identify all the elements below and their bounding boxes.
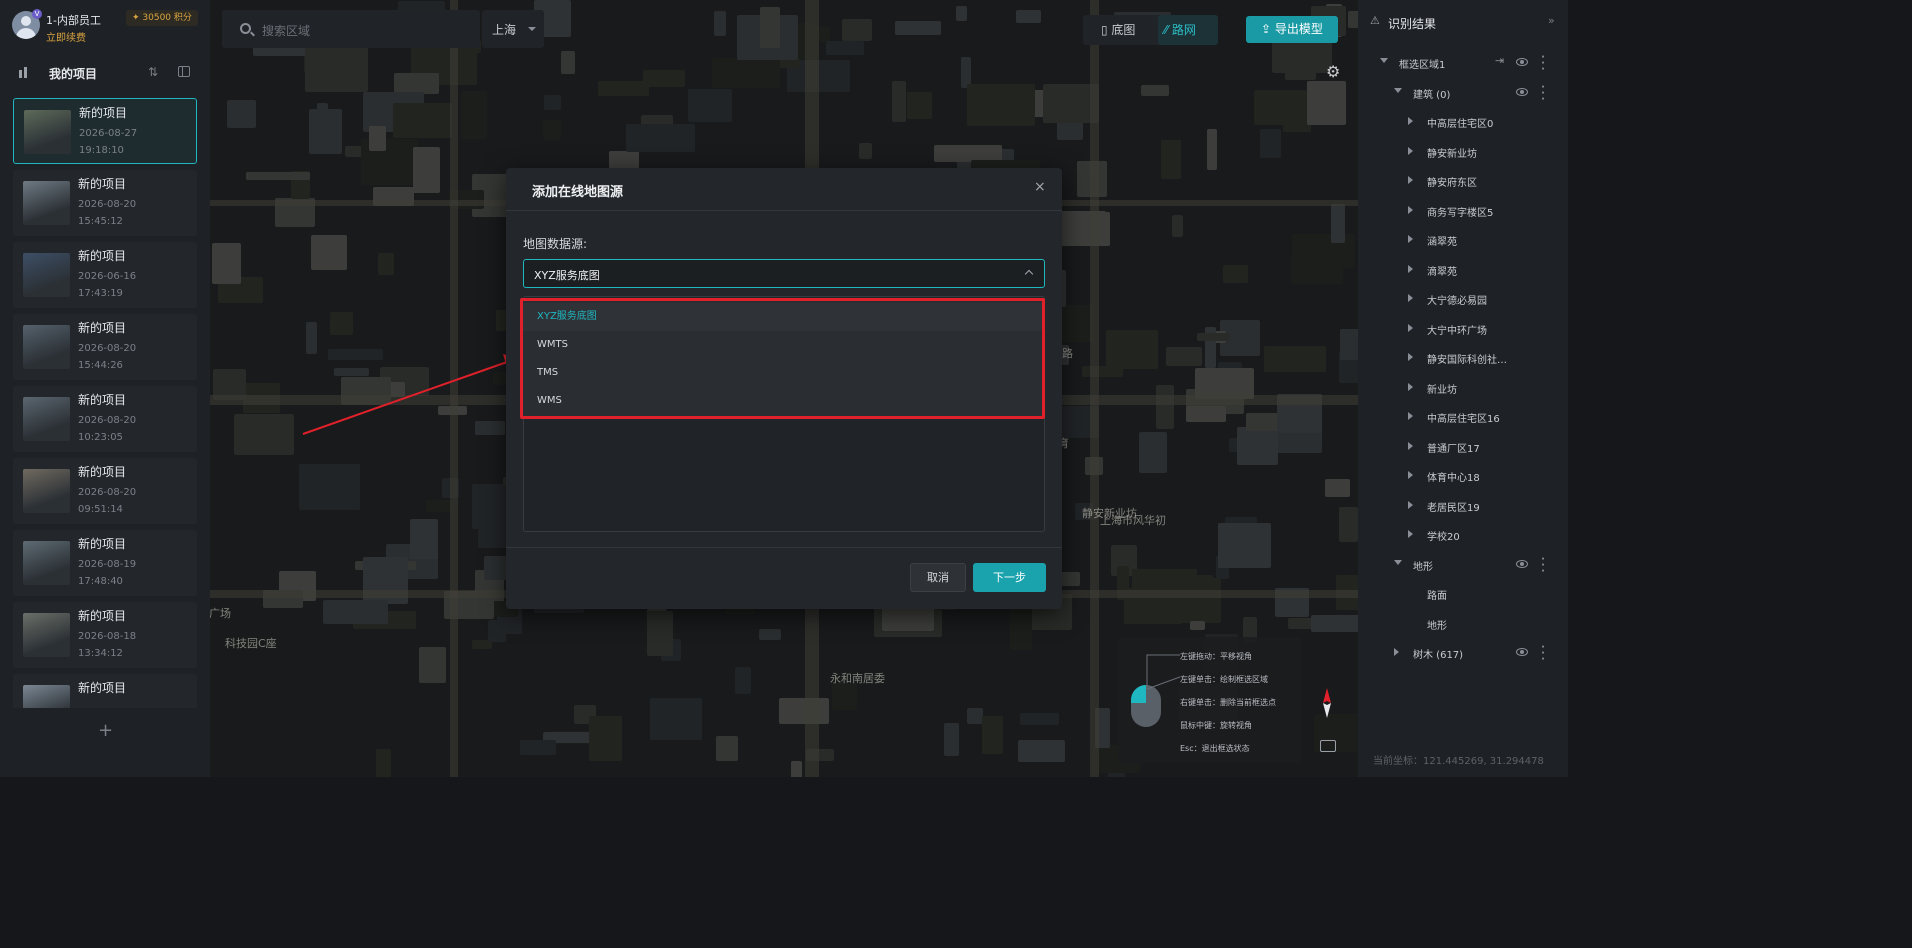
tree-label: 商务写字楼区5: [1427, 207, 1494, 219]
eye-icon[interactable]: [1516, 87, 1528, 96]
caret-down-icon[interactable]: [1394, 559, 1402, 565]
tree-label: 路面: [1427, 591, 1447, 602]
caret-right-icon[interactable]: [1408, 353, 1413, 361]
next-step-button[interactable]: 下一步: [973, 563, 1046, 592]
tree-row[interactable]: 地形: [1358, 613, 1568, 633]
caret-right-icon[interactable]: [1408, 471, 1413, 479]
tree-label: 静安府东区: [1427, 178, 1477, 189]
source-field-label: 地图数据源:: [523, 237, 588, 251]
tree-row[interactable]: 老居民区19: [1358, 495, 1568, 515]
caret-right-icon[interactable]: [1408, 323, 1413, 332]
tree-row[interactable]: 静安国际科创社…: [1358, 347, 1568, 367]
tree-label: 中高层住宅区0: [1427, 119, 1494, 130]
tree-label: 树木 (617): [1413, 650, 1464, 661]
tree-label: 静安国际科创社…: [1427, 355, 1507, 366]
caret-right-icon[interactable]: [1408, 235, 1413, 243]
eye-icon[interactable]: [1516, 648, 1528, 656]
tree-label: 建筑 (0): [1413, 89, 1451, 101]
results-title: 识别结果: [1388, 17, 1437, 31]
coordinate-readout: 当前坐标：121.445269, 31.294478: [1373, 756, 1544, 767]
caret-right-icon[interactable]: [1408, 530, 1413, 538]
tree-row[interactable]: 树木 (617) · · ·: [1358, 642, 1568, 665]
tree-row[interactable]: 路面: [1358, 583, 1568, 603]
tree-label: 静安新业坊: [1427, 148, 1477, 160]
tree-label: 普通厂区17: [1427, 443, 1480, 455]
warning-icon: ⚠: [1370, 14, 1380, 27]
caret-right-icon[interactable]: [1408, 382, 1413, 391]
tree-row[interactable]: 静安新业坊: [1358, 141, 1568, 161]
caret-right-icon[interactable]: [1408, 441, 1413, 450]
tree-label: 地形: [1427, 620, 1447, 632]
caret-right-icon[interactable]: [1408, 117, 1413, 125]
caret-right-icon[interactable]: [1394, 648, 1399, 656]
dialog-title: 添加在线地图源: [532, 185, 624, 200]
caret-down-icon[interactable]: [1394, 87, 1402, 93]
footer-divider: [506, 547, 1062, 548]
tree-row[interactable]: 体育中心18: [1358, 465, 1568, 485]
more-icon[interactable]: · · ·: [1541, 643, 1545, 665]
tree-label: 大宁德必易园: [1427, 296, 1487, 307]
tree-row[interactable]: 滴翠苑: [1358, 259, 1568, 279]
tree-row[interactable]: 建筑 (0) · · ·: [1358, 82, 1568, 104]
more-icon[interactable]: · · ·: [1541, 554, 1545, 576]
tree-row[interactable]: 中高层住宅区16: [1358, 406, 1568, 426]
tree-label: 框选区域1: [1399, 60, 1446, 71]
cancel-button[interactable]: 取消: [910, 563, 966, 592]
caret-down-icon[interactable]: [1380, 58, 1388, 63]
chevron-up-icon: [1024, 269, 1034, 279]
tree-label: 学校20: [1427, 532, 1460, 543]
tree-row[interactable]: 商务写字楼区5: [1358, 200, 1568, 220]
tree-label: 体育中心18: [1427, 473, 1480, 484]
app-window: V 1-内部员工 立即续费 ✦ 30500 积分 我的项目 ⇅ 新的项目 2026…: [0, 0, 1568, 777]
map-source-select[interactable]: XYZ服务底图: [523, 259, 1045, 288]
caret-right-icon[interactable]: [1408, 146, 1413, 155]
tree-row[interactable]: 中高层住宅区0: [1358, 111, 1568, 131]
export-icon[interactable]: ⇥: [1495, 54, 1504, 67]
tree-row[interactable]: 框选区域1 ⇥ · · ·: [1358, 52, 1568, 75]
tree-row[interactable]: 大宁中环广场: [1358, 318, 1568, 338]
tree-label: 地形: [1413, 561, 1433, 573]
results-panel: ⚠ 识别结果 » 框选区域1 ⇥ · · · 建筑 (0) · · · 中高层住宅区0 静安新业坊静…: [1358, 0, 1568, 777]
tree-row[interactable]: 大宁德必易园: [1358, 288, 1568, 308]
tree-row[interactable]: 学校20: [1358, 524, 1568, 544]
tree-row[interactable]: 地形 · · ·: [1358, 554, 1568, 576]
tree-row[interactable]: 普通厂区17: [1358, 436, 1568, 456]
eye-icon[interactable]: [1516, 559, 1528, 568]
tree-row[interactable]: 涵翠苑: [1358, 229, 1568, 249]
caret-right-icon[interactable]: [1408, 205, 1413, 214]
caret-right-icon[interactable]: [1408, 294, 1413, 302]
caret-right-icon[interactable]: [1408, 264, 1413, 273]
caret-right-icon[interactable]: [1408, 412, 1413, 420]
tree-label: 涵翠苑: [1427, 237, 1457, 248]
tree-label: 老居民区19: [1427, 502, 1480, 514]
selected-source: XYZ服务底图: [534, 269, 600, 282]
results-header: ⚠ 识别结果 »: [1358, 0, 1568, 44]
tree-label: 新业坊: [1427, 384, 1457, 396]
annotation-highlight-box: [520, 298, 1045, 419]
close-icon[interactable]: ×: [1034, 179, 1046, 195]
dialog-header: 添加在线地图源 ×: [506, 168, 1062, 211]
tree-label: 大宁中环广场: [1427, 325, 1487, 337]
caret-right-icon[interactable]: [1408, 500, 1413, 509]
caret-right-icon[interactable]: [1408, 176, 1413, 184]
eye-icon[interactable]: [1516, 58, 1528, 66]
tree-row[interactable]: 新业坊: [1358, 377, 1568, 397]
tree-label: 滴翠苑: [1427, 266, 1457, 278]
more-icon[interactable]: · · ·: [1541, 82, 1545, 104]
collapse-right-icon[interactable]: »: [1548, 14, 1555, 27]
tree-label: 中高层住宅区16: [1427, 414, 1500, 425]
more-icon[interactable]: · · ·: [1541, 53, 1545, 75]
tree-row[interactable]: 静安府东区: [1358, 170, 1568, 190]
